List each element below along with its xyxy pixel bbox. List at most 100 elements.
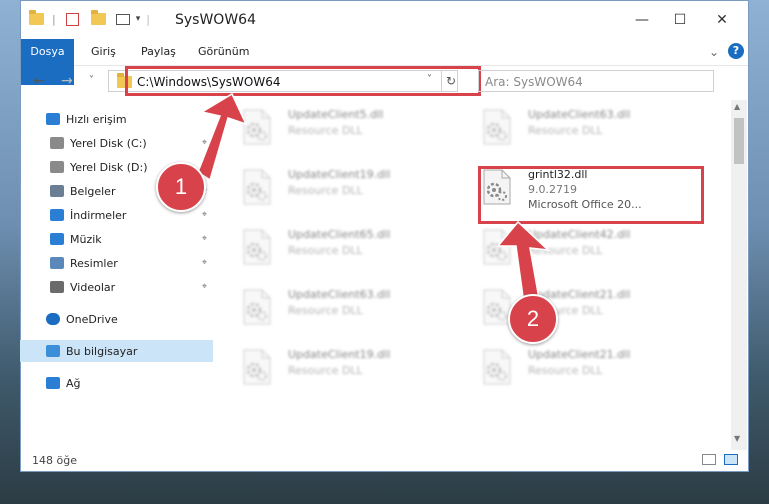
scroll-up-icon[interactable]: ▲ <box>734 102 740 111</box>
close-button[interactable]: ✕ <box>707 7 737 33</box>
customize-dropdown-icon[interactable]: ▾ <box>136 14 141 24</box>
sidebar-item-label: Ağ <box>66 376 81 390</box>
help-icon[interactable]: ? <box>728 43 744 59</box>
dll-file-icon <box>240 168 274 206</box>
sidebar-item[interactable]: Ağ <box>20 372 213 394</box>
item-count: 148 öğe <box>32 454 77 467</box>
forward-button[interactable]: → <box>61 73 73 89</box>
file-description: Resource DLL <box>288 304 363 317</box>
network-icon <box>46 377 60 389</box>
tab-view[interactable]: Görünüm <box>198 39 249 65</box>
download-icon <box>50 209 64 221</box>
sidebar-item-label: İndirmeler <box>70 208 127 222</box>
file-highlight-box <box>478 166 704 224</box>
navigation-pane: Hızlı erişim Yerel Disk (C:) ⌖ Yerel Disk (… <box>20 102 213 442</box>
file-item[interactable]: UpdateClient5.dll Resource DLL <box>240 104 440 150</box>
file-item[interactable]: UpdateClient63.dll Resource DLL <box>240 284 440 330</box>
step-badge-2: 2 <box>508 294 558 344</box>
dll-file-icon <box>480 108 514 146</box>
file-list: UpdateClient5.dll Resource DLL UpdateClien… <box>210 100 710 442</box>
file-description: Resource DLL <box>288 244 363 257</box>
divider: | <box>146 12 150 26</box>
sidebar-item[interactable]: Resimler ⌖ <box>20 252 213 274</box>
new-folder-icon[interactable] <box>90 10 106 25</box>
tab-home[interactable]: Giriş <box>91 39 116 65</box>
file-item[interactable]: UpdateClient21.dll Resource DLL <box>480 344 680 390</box>
file-item[interactable]: UpdateClient65.dll Resource DLL <box>240 224 440 270</box>
maximize-button[interactable]: ☐ <box>665 7 695 33</box>
pin-icon[interactable]: ⌖ <box>202 162 207 172</box>
pictures-icon <box>50 257 64 269</box>
pin-icon[interactable]: ⌖ <box>202 138 207 148</box>
file-description: Resource DLL <box>528 244 603 257</box>
videos-icon <box>50 281 64 293</box>
title-bar: | ▾ | SysWOW64 — ☐ ✕ <box>21 1 748 39</box>
file-name: UpdateClient21.dll <box>528 348 631 361</box>
file-description: Resource DLL <box>528 124 603 137</box>
file-description: Resource DLL <box>288 184 363 197</box>
properties-icon[interactable] <box>65 12 79 26</box>
documents-icon <box>50 185 64 197</box>
search-placeholder: Ara: SysWOW64 <box>485 75 583 89</box>
divider: | <box>52 12 56 26</box>
drive-icon <box>50 161 64 173</box>
tab-share[interactable]: Paylaş <box>141 39 176 65</box>
pin-icon[interactable]: ⌖ <box>202 258 207 268</box>
vertical-scrollbar[interactable]: ▲ ▼ <box>731 100 747 450</box>
cloud-icon <box>46 313 60 325</box>
scroll-down-icon[interactable]: ▼ <box>734 434 740 443</box>
search-input[interactable]: Ara: SysWOW64 <box>478 70 714 92</box>
sidebar-item-label: Resimler <box>70 256 118 270</box>
file-description: Resource DLL <box>288 124 363 137</box>
pin-icon[interactable]: ⌖ <box>202 234 207 244</box>
minimize-button[interactable]: — <box>627 7 657 33</box>
pin-icon[interactable]: ⌖ <box>202 282 207 292</box>
dll-file-icon <box>240 108 274 146</box>
computer-icon <box>46 345 60 357</box>
sidebar-item[interactable]: Yerel Disk (C:) ⌖ <box>20 132 213 154</box>
sidebar-item-label: Hızlı erişim <box>66 112 127 126</box>
dll-file-icon <box>480 348 514 386</box>
file-item[interactable]: UpdateClient19.dll Resource DLL <box>240 164 440 210</box>
file-description: Resource DLL <box>528 364 603 377</box>
sidebar-item-label: Yerel Disk (C:) <box>70 136 147 150</box>
drive-icon <box>50 137 64 149</box>
large-icons-view-icon[interactable] <box>724 454 738 465</box>
sidebar-item[interactable]: Müzik ⌖ <box>20 228 213 250</box>
address-highlight-box <box>125 66 481 96</box>
sidebar-item[interactable]: Videolar ⌖ <box>20 276 213 298</box>
status-bar: 148 öğe <box>20 450 749 472</box>
dll-file-icon <box>240 288 274 326</box>
ribbon-tabs: Dosya Giriş Paylaş Görünüm ⌄ ? <box>21 39 748 85</box>
file-name: UpdateClient63.dll <box>528 108 631 121</box>
file-name: UpdateClient19.dll <box>288 168 391 181</box>
sidebar-item-label: OneDrive <box>66 312 118 326</box>
view-menu-icon[interactable] <box>115 13 130 25</box>
dll-file-icon <box>480 228 514 266</box>
sidebar-item-label: Müzik <box>70 232 102 246</box>
sidebar-item[interactable]: Bu bilgisayar <box>20 340 213 362</box>
step-badge-1: 1 <box>156 162 206 212</box>
file-name: UpdateClient63.dll <box>288 288 391 301</box>
file-item[interactable]: UpdateClient19.dll Resource DLL <box>240 344 440 390</box>
dll-file-icon <box>240 348 274 386</box>
pin-icon[interactable]: ⌖ <box>202 210 207 220</box>
sidebar-item[interactable]: Hızlı erişim <box>20 108 213 130</box>
dll-file-icon <box>240 228 274 266</box>
file-name: UpdateClient19.dll <box>288 348 391 361</box>
sidebar-item-label: Yerel Disk (D:) <box>70 160 148 174</box>
sidebar-item-label: Bu bilgisayar <box>66 344 138 358</box>
sidebar-item[interactable]: OneDrive <box>20 308 213 330</box>
recent-locations-button[interactable]: ˅ <box>89 75 94 86</box>
file-name: UpdateClient42.dll <box>528 228 631 241</box>
file-name: UpdateClient5.dll <box>288 108 384 121</box>
quick-access-toolbar: | ▾ | <box>29 10 150 27</box>
back-button[interactable]: ← <box>33 73 45 89</box>
details-view-icon[interactable] <box>702 454 716 465</box>
scroll-thumb[interactable] <box>734 118 744 164</box>
file-item[interactable]: UpdateClient42.dll Resource DLL <box>480 224 680 270</box>
ribbon-expand-icon[interactable]: ⌄ <box>709 39 719 65</box>
star-icon <box>46 113 60 125</box>
window-title: SysWOW64 <box>175 12 256 28</box>
file-item[interactable]: UpdateClient63.dll Resource DLL <box>480 104 680 150</box>
